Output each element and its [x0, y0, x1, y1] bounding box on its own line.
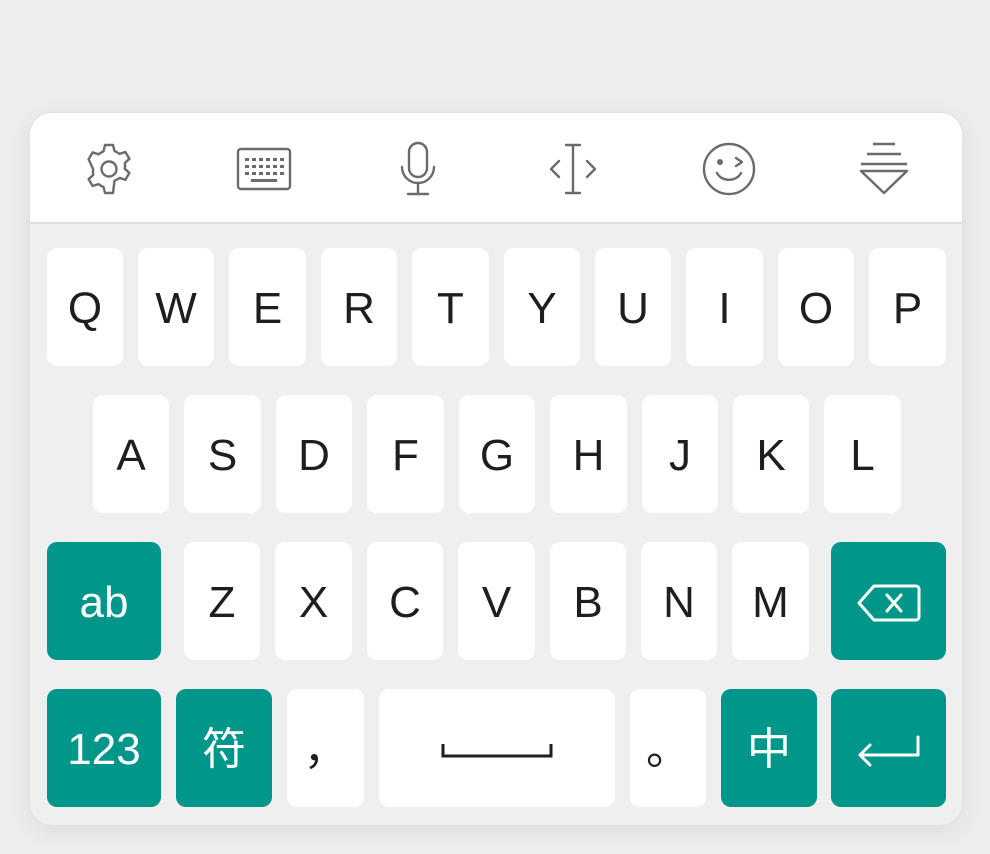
- language-switch-key[interactable]: 中: [721, 689, 817, 807]
- key-label: V: [481, 578, 512, 627]
- key-label: N: [663, 578, 695, 627]
- gear-icon: [87, 143, 131, 195]
- key-w[interactable]: W: [138, 248, 214, 366]
- key-label: Y: [527, 284, 557, 333]
- backspace-key[interactable]: [831, 542, 946, 660]
- key-label: M: [752, 578, 789, 627]
- key-label: X: [298, 578, 329, 627]
- key-h[interactable]: H: [550, 395, 627, 513]
- key-label: D: [298, 431, 330, 480]
- key-a[interactable]: A: [93, 395, 169, 513]
- key-j[interactable]: J: [642, 395, 718, 513]
- key-o[interactable]: O: [778, 248, 854, 366]
- space-bar-icon: [441, 744, 553, 758]
- key-label: E: [252, 284, 283, 333]
- key-label: C: [389, 578, 421, 627]
- collapse-keyboard-icon: [859, 142, 909, 195]
- key-x[interactable]: X: [275, 542, 352, 660]
- key-label: U: [617, 284, 649, 333]
- key-label: T: [437, 284, 464, 333]
- key-n[interactable]: N: [641, 542, 717, 660]
- key-label: ab: [79, 578, 129, 627]
- cursor-control-button[interactable]: [538, 135, 608, 203]
- keyboard-toolbar: [30, 113, 962, 224]
- key-z[interactable]: Z: [184, 542, 260, 660]
- key-label: I: [718, 284, 731, 333]
- key-c[interactable]: C: [367, 542, 443, 660]
- key-k[interactable]: K: [733, 395, 809, 513]
- backspace-icon: [857, 584, 920, 622]
- emoji-button[interactable]: [694, 135, 764, 203]
- key-i[interactable]: I: [686, 248, 763, 366]
- enter-key[interactable]: [831, 689, 946, 807]
- keyboard: Q W E R T Y U I O P A S D F G H J K L ab…: [30, 113, 962, 825]
- numbers-key[interactable]: 123: [47, 689, 161, 807]
- key-s[interactable]: S: [184, 395, 261, 513]
- key-p[interactable]: P: [869, 248, 946, 366]
- key-y[interactable]: Y: [504, 248, 580, 366]
- key-label: G: [479, 431, 515, 480]
- keyboard-icon: [236, 147, 292, 191]
- key-label: L: [850, 431, 875, 480]
- key-label: Z: [208, 578, 236, 627]
- shift-ab-key[interactable]: ab: [47, 542, 161, 660]
- key-label: F: [392, 431, 419, 480]
- symbols-key[interactable]: 符: [176, 689, 272, 807]
- key-label: 中: [747, 725, 791, 774]
- microphone-icon: [400, 141, 436, 196]
- text-cursor-icon: [549, 143, 597, 195]
- period-key[interactable]: 。: [630, 689, 706, 807]
- key-l[interactable]: L: [824, 395, 901, 513]
- key-label: H: [572, 431, 605, 480]
- key-b[interactable]: B: [550, 542, 626, 660]
- key-e[interactable]: E: [229, 248, 306, 366]
- comma-key[interactable]: ，: [287, 689, 364, 807]
- voice-input-button[interactable]: [383, 135, 453, 203]
- key-u[interactable]: U: [595, 248, 671, 366]
- key-label: 123: [67, 725, 141, 774]
- key-label: O: [798, 284, 834, 333]
- key-label: 。: [646, 725, 690, 774]
- key-label: A: [116, 431, 146, 480]
- key-label: B: [573, 578, 603, 627]
- key-label: S: [207, 431, 238, 480]
- key-r[interactable]: R: [321, 248, 397, 366]
- key-f[interactable]: F: [367, 395, 444, 513]
- key-label: Q: [67, 284, 103, 333]
- hide-keyboard-button[interactable]: [849, 135, 919, 203]
- key-g[interactable]: G: [459, 395, 535, 513]
- key-d[interactable]: D: [276, 395, 352, 513]
- enter-icon: [858, 735, 919, 767]
- keyboard-switch-button[interactable]: [229, 135, 299, 203]
- key-t[interactable]: T: [412, 248, 489, 366]
- key-label: 符: [202, 725, 246, 774]
- key-m[interactable]: M: [732, 542, 809, 660]
- key-q[interactable]: Q: [47, 248, 123, 366]
- space-key[interactable]: [379, 689, 615, 807]
- key-v[interactable]: V: [458, 542, 535, 660]
- key-label: R: [343, 284, 375, 333]
- settings-button[interactable]: [74, 135, 144, 203]
- key-label: K: [756, 431, 786, 480]
- key-label: ，: [303, 725, 348, 774]
- key-label: W: [155, 284, 197, 333]
- key-label: J: [669, 431, 691, 480]
- wink-emoji-icon: [702, 142, 756, 196]
- key-label: P: [892, 284, 923, 333]
